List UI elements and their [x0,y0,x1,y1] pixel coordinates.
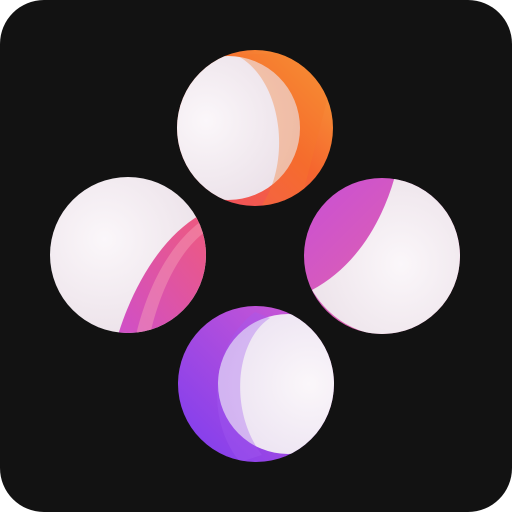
orb-top [177,50,333,206]
four-orbs-logo-icon [50,50,460,462]
orb-right [304,178,460,334]
icon-tile-background [0,0,512,512]
app-icon [0,0,512,512]
orb-bottom [178,306,334,462]
orb-left [50,177,206,333]
